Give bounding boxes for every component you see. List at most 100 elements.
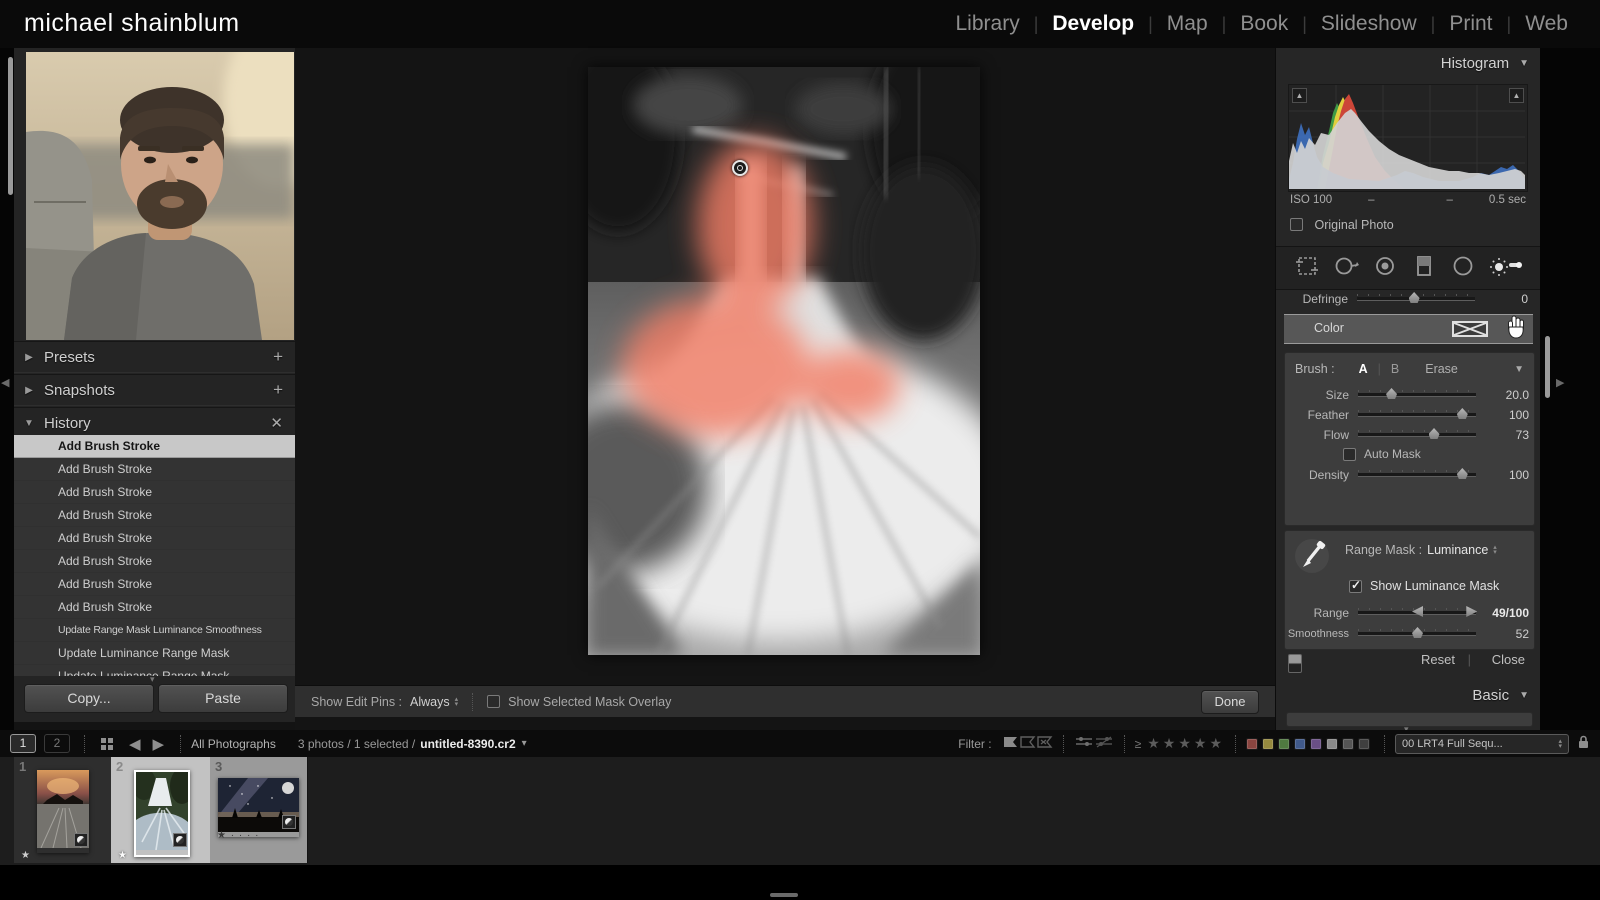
brush-erase-button[interactable]: Erase [1425,362,1458,376]
range-mask-select[interactable]: Luminance [1427,543,1488,557]
right-collapse-arrow[interactable]: ▶ [1556,376,1564,389]
rating-operator[interactable]: ≥ [1135,737,1142,751]
history-item[interactable]: Update Range Mask Luminance Smoothness [14,619,295,642]
snapshots-header[interactable]: ▶ Snapshots + [14,374,295,406]
adjustment-badge-icon[interactable] [74,833,88,847]
loupe-view-button[interactable]: 1 [10,734,36,753]
done-button[interactable]: Done [1201,690,1259,714]
presets-header[interactable]: ▶ Presets + [14,341,295,373]
show-luminance-mask-checkbox[interactable] [1349,580,1362,593]
module-web[interactable]: Web [1525,12,1568,36]
left-collapse-arrow[interactable]: ◀ [1,376,9,389]
shadow-clipping-button[interactable]: ▲ [1292,88,1307,103]
photo-canvas[interactable] [588,67,980,655]
auto-mask-checkbox[interactable] [1343,448,1356,461]
graduated-filter-tool-icon[interactable] [1411,254,1437,283]
brush-b-button[interactable]: B [1391,362,1399,376]
edit-pins-select[interactable]: Always [410,695,450,709]
color-row[interactable]: Color [1284,314,1533,344]
module-slideshow[interactable]: Slideshow [1321,12,1417,36]
reset-button[interactable]: Reset [1421,652,1455,667]
history-item[interactable]: Add Brush Stroke [14,458,295,481]
color-chip[interactable] [1294,738,1306,750]
histogram-canvas[interactable]: ▲ ▲ [1288,84,1528,192]
density-slider[interactable] [1358,473,1476,477]
flow-slider[interactable] [1358,433,1476,437]
grid-view-icon[interactable] [101,738,113,750]
red-eye-tool-icon[interactable] [1372,254,1398,283]
range-slider[interactable] [1358,611,1476,615]
close-button[interactable]: Close [1492,652,1525,667]
right-scrollbar[interactable] [1545,336,1550,398]
color-chip[interactable] [1262,738,1274,750]
history-item[interactable]: Add Brush Stroke [14,573,295,596]
radial-filter-tool-icon[interactable] [1450,254,1476,283]
filename-caret-icon[interactable]: ▾ [522,738,527,749]
collapsed-panel-bar[interactable] [1286,712,1533,727]
mask-overlay-checkbox[interactable] [487,695,500,708]
size-slider[interactable] [1358,393,1476,397]
histogram-header[interactable]: Histogram ▼ [1276,50,1541,76]
history-item[interactable]: Add Brush Stroke [14,504,295,527]
module-library[interactable]: Library [956,12,1020,36]
module-map[interactable]: Map [1167,12,1208,36]
left-scrollbar[interactable] [8,57,13,195]
history-item[interactable]: Update Luminance Range Mask [14,642,295,665]
smoothness-slider[interactable] [1358,632,1476,636]
paste-button[interactable]: Paste [158,684,288,713]
create-preset-button[interactable]: + [273,347,283,367]
original-photo-checkbox[interactable] [1290,218,1303,231]
adjustment-badge-icon[interactable] [173,833,187,847]
color-swatch[interactable] [1452,321,1488,342]
history-item[interactable]: Add Brush Stroke [14,481,295,504]
create-snapshot-button[interactable]: + [273,380,283,400]
secondary-view-button[interactable]: 2 [44,734,70,753]
adjustment-badge-icon[interactable] [282,815,296,829]
thumbnail-rating[interactable]: ★ [118,850,128,861]
filter-lock-icon[interactable] [1577,735,1590,752]
unedited-filter-icon[interactable] [1094,735,1114,752]
filename-menu[interactable]: untitled-8390.cr2 [420,737,515,751]
color-chip[interactable] [1326,738,1338,750]
next-photo-button[interactable]: ▶ [153,735,165,753]
adjustment-brush-tool-icon[interactable] [1489,254,1523,283]
color-chip[interactable] [1310,738,1322,750]
brush-a-button[interactable]: A [1359,362,1368,376]
spot-removal-tool-icon[interactable] [1333,254,1359,283]
thumbnail-rating[interactable]: ★ [21,850,31,861]
previous-photo-button[interactable]: ◀ [129,735,141,753]
flag-pick-filter-icon[interactable] [1002,735,1019,752]
color-label-filter[interactable] [1246,738,1374,750]
color-chip[interactable] [1278,738,1290,750]
module-develop[interactable]: Develop [1052,12,1134,36]
color-chip[interactable] [1358,738,1370,750]
flag-unflagged-filter-icon[interactable] [1019,735,1036,752]
basic-header[interactable]: Basic ▼ [1276,682,1541,708]
thumbnail-rating[interactable]: ★ · · · · [217,830,259,841]
highlight-clipping-button[interactable]: ▲ [1509,88,1524,103]
panel-enable-switch[interactable] [1288,654,1302,673]
history-item[interactable]: Add Brush Stroke [14,435,295,458]
luminance-eyedropper-icon[interactable] [1293,537,1331,580]
clear-history-button[interactable]: ✕ [270,414,283,432]
resize-handle[interactable] [770,893,798,897]
history-item[interactable]: Add Brush Stroke [14,527,295,550]
defringe-slider[interactable] [1357,297,1475,301]
edited-filter-icon[interactable] [1074,735,1094,752]
thumbnail-2[interactable]: 2 ★ [111,757,211,863]
module-print[interactable]: Print [1449,12,1492,36]
flag-reject-filter-icon[interactable] [1036,735,1053,752]
thumbnail-1[interactable]: 1 ★ [14,757,112,863]
history-header[interactable]: ▼ History ✕ [14,407,295,438]
color-chip[interactable] [1246,738,1258,750]
color-chip[interactable] [1342,738,1354,750]
filter-preset-select[interactable]: 00 LRT4 Full Sequ... ▴▾ [1395,734,1569,754]
history-item[interactable]: Add Brush Stroke [14,550,295,573]
history-item[interactable]: Add Brush Stroke [14,596,295,619]
thumbnail-3[interactable]: 3 ★ · · · · [210,757,308,863]
crop-tool-icon[interactable] [1294,254,1320,283]
copy-button[interactable]: Copy... [24,684,154,713]
feather-slider[interactable] [1358,413,1476,417]
module-book[interactable]: Book [1240,12,1288,36]
rating-filter-stars[interactable]: ★★★★★ [1147,735,1225,752]
